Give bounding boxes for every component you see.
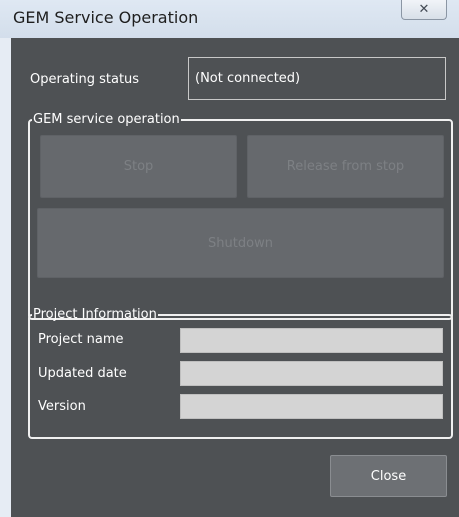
release-from-stop-button[interactable]: Release from stop [247, 135, 444, 198]
shutdown-button[interactable]: Shutdown [37, 208, 444, 278]
project-name-label: Project name [38, 332, 124, 347]
updated-date-field [180, 361, 443, 386]
dialog-body: Operating status (Not connected) GEM ser… [11, 38, 459, 517]
project-information-legend: Project Information [33, 307, 157, 322]
gem-service-operation-legend: GEM service operation [33, 112, 180, 127]
operating-status-value: (Not connected) [188, 57, 446, 100]
window-close-button[interactable]: ✕ [401, 0, 447, 20]
stop-button[interactable]: Stop [40, 135, 237, 198]
title-bar[interactable]: GEM Service Operation ✕ [0, 0, 459, 38]
updated-date-label: Updated date [38, 366, 127, 381]
operating-status-label: Operating status [30, 72, 140, 87]
project-name-field [180, 328, 443, 353]
window-title: GEM Service Operation [13, 8, 199, 27]
version-label: Version [38, 399, 86, 414]
close-button[interactable]: Close [330, 455, 447, 497]
dialog-window: GEM Service Operation ✕ Operating status… [0, 0, 459, 517]
close-icon: ✕ [418, 2, 430, 17]
version-field [180, 394, 443, 419]
